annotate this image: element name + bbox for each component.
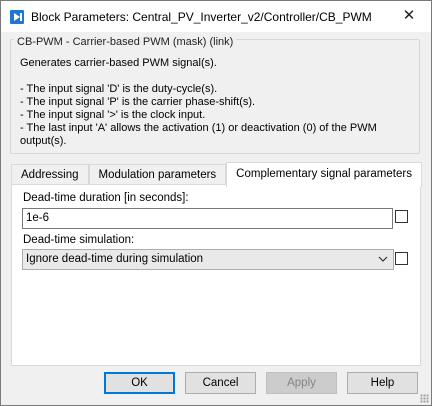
tab-strip: Addressing Modulation parameters Complem… — [11, 162, 422, 187]
deadtime-duration-checkbox[interactable] — [395, 210, 408, 223]
deadtime-duration-input[interactable]: 1e-6 — [22, 208, 393, 229]
resize-grip-icon[interactable] — [420, 394, 429, 403]
description-line: - The input signal '>' is the clock inpu… — [20, 109, 206, 121]
description-line: - The input signal 'P' is the carrier ph… — [20, 96, 256, 108]
help-button[interactable]: Help — [347, 372, 418, 394]
apply-button[interactable]: Apply — [266, 372, 337, 394]
simulink-block-icon — [10, 9, 24, 24]
deadtime-simulation-select[interactable]: Ignore dead-time during simulation — [22, 249, 394, 270]
tab-addressing[interactable]: Addressing — [11, 164, 89, 186]
deadtime-simulation-checkbox[interactable] — [395, 252, 408, 265]
tab-complementary-signal-parameters[interactable]: Complementary signal parameters — [226, 162, 422, 187]
deadtime-simulation-label: Dead-time simulation: — [23, 234, 135, 246]
mask-legend: CB-PWM - Carrier-based PWM (mask) (link) — [14, 36, 237, 48]
tab-modulation-parameters[interactable]: Modulation parameters — [88, 164, 227, 186]
ok-button[interactable]: OK — [104, 372, 175, 394]
description-line: - The input signal 'D' is the duty-cycle… — [20, 83, 218, 95]
deadtime-simulation-value: Ignore dead-time during simulation — [26, 253, 204, 265]
chevron-down-icon[interactable] — [377, 250, 389, 269]
window-title: Block Parameters: Central_PV_Inverter_v2… — [31, 9, 372, 24]
description-line: - The last input 'A' allows the activati… — [20, 122, 377, 147]
mask-description: Generates carrier-based PWM signal(s). -… — [20, 57, 415, 148]
deadtime-duration-label: Dead-time duration [in seconds]: — [23, 192, 189, 204]
title-bar: Block Parameters: Central_PV_Inverter_v2… — [1, 1, 431, 32]
description-line: Generates carrier-based PWM signal(s). — [20, 57, 217, 69]
close-icon[interactable]: ✕ — [395, 7, 423, 25]
cancel-button[interactable]: Cancel — [185, 372, 256, 394]
